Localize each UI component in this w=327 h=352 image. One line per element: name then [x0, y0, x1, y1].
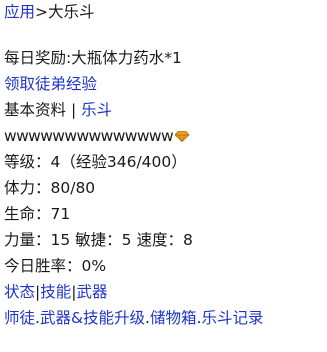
- breadcrumb-current: 大乐斗: [48, 3, 95, 21]
- profile-nav-separator: |: [70, 101, 77, 119]
- gem-icon: [174, 127, 190, 147]
- records-link[interactable]: 乐斗记录: [201, 309, 263, 327]
- level-stat: 等级：4（经验346/400）: [4, 153, 187, 171]
- bottom-menu: 师徒.武器&技能升级.储物箱.乐斗记录: [4, 308, 263, 328]
- tab-nav: 状态|技能|武器: [4, 282, 108, 302]
- breadcrumb: 应用>大乐斗: [4, 2, 95, 22]
- stamina-stat: 体力：80/80: [4, 179, 96, 197]
- claim-apprentice-exp-link[interactable]: 领取徒弟经验: [4, 75, 97, 93]
- breadcrumb-separator: >: [35, 3, 49, 21]
- daily-reward-label: 每日奖励:: [4, 49, 72, 67]
- basic-info-label: 基本资料: [4, 101, 67, 119]
- upgrade-link[interactable]: 武器&技能升级: [40, 309, 145, 327]
- daily-reward: 每日奖励:大瓶体力药水*1: [4, 48, 182, 68]
- mentor-link[interactable]: 师徒: [4, 309, 35, 327]
- claim-row: 领取徒弟经验: [4, 74, 97, 94]
- player-name: wwwwwwwwwwwwww: [4, 127, 174, 145]
- daily-reward-value: 大瓶体力药水*1: [71, 49, 182, 67]
- ledou-link[interactable]: 乐斗: [81, 101, 112, 119]
- tab-skills[interactable]: 技能: [40, 283, 71, 301]
- storage-link[interactable]: 储物箱: [150, 309, 197, 327]
- breadcrumb-app-link[interactable]: 应用: [4, 3, 35, 21]
- life-stat: 生命：71: [4, 205, 71, 223]
- tab-status[interactable]: 状态: [4, 283, 35, 301]
- win-rate-stat: 今日胜率：0%: [4, 257, 107, 275]
- player-name-row: wwwwwwwwwwwwww: [4, 126, 190, 147]
- tab-weapons[interactable]: 武器: [77, 283, 108, 301]
- profile-nav: 基本资料 | 乐斗: [4, 100, 112, 120]
- attributes-stat: 力量：15 敏捷：5 速度：8: [4, 231, 193, 249]
